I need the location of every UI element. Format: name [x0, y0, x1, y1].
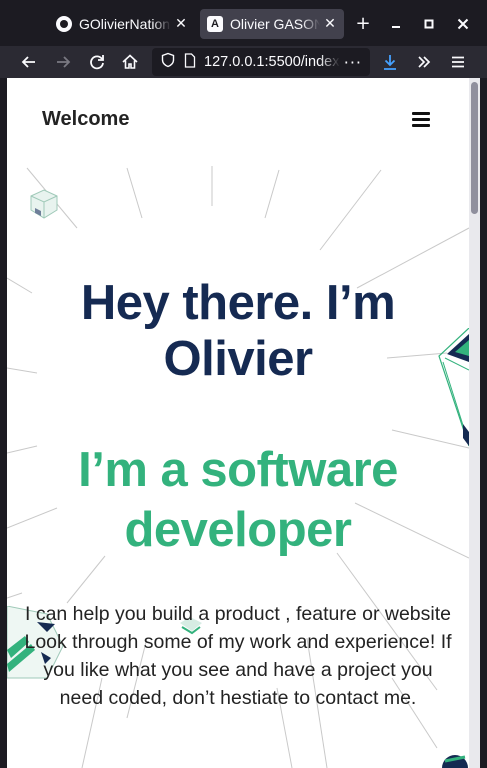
github-icon [56, 16, 72, 32]
scrollbar-thumb[interactable] [471, 82, 478, 214]
corner-shape-icon [442, 755, 468, 768]
tab-olivier-gason[interactable]: A Olivier GASON ✕ [200, 9, 344, 39]
tab-strip: GOlivierNation ✕ A Olivier GASON ✕ + [0, 0, 487, 46]
home-icon[interactable] [119, 51, 141, 73]
maximize-icon[interactable] [418, 13, 440, 41]
hero-description: I can help you build a product , feature… [24, 603, 452, 709]
a-site-icon: A [207, 16, 223, 32]
tab-golivier[interactable]: GOlivierNation ✕ [49, 9, 195, 39]
page-scrollbar[interactable] [469, 78, 480, 768]
hero-subtitle: I’m a software developer [78, 443, 398, 557]
forward-icon[interactable] [52, 51, 74, 73]
extensions-overflow-icon[interactable] [413, 51, 435, 73]
close-window-icon[interactable] [452, 13, 474, 41]
page-icon [182, 52, 198, 72]
url-bar[interactable]: 127.0.0.1:5500/index.html ··· [152, 48, 370, 76]
page-actions-icon[interactable]: ··· [344, 53, 362, 72]
close-tab-icon[interactable]: ✕ [174, 16, 188, 32]
tab-title: Olivier GASON [230, 16, 320, 32]
download-icon[interactable] [379, 51, 401, 73]
navigation-toolbar: 127.0.0.1:5500/index.html ··· [0, 46, 487, 78]
page-viewport: Welcome Hey there. I’m Olivier I’m a sof… [7, 78, 469, 768]
tab-title: GOlivierNation [79, 16, 171, 32]
site-menu-icon[interactable] [412, 112, 430, 127]
minimize-icon[interactable] [385, 13, 407, 41]
cube-shape-icon [30, 189, 58, 219]
url-text[interactable]: 127.0.0.1:5500/index.html [204, 54, 340, 70]
window-edge [480, 78, 487, 768]
reload-icon[interactable] [86, 51, 108, 73]
new-tab-button[interactable]: + [352, 13, 374, 35]
shield-icon[interactable] [160, 52, 176, 72]
hero-title: Hey there. I’m Olivier [80, 276, 396, 386]
back-icon[interactable] [18, 51, 40, 73]
close-tab-icon[interactable]: ✕ [323, 16, 337, 32]
hamburger-menu-icon[interactable] [447, 51, 469, 73]
site-brand[interactable]: Welcome [42, 108, 129, 131]
